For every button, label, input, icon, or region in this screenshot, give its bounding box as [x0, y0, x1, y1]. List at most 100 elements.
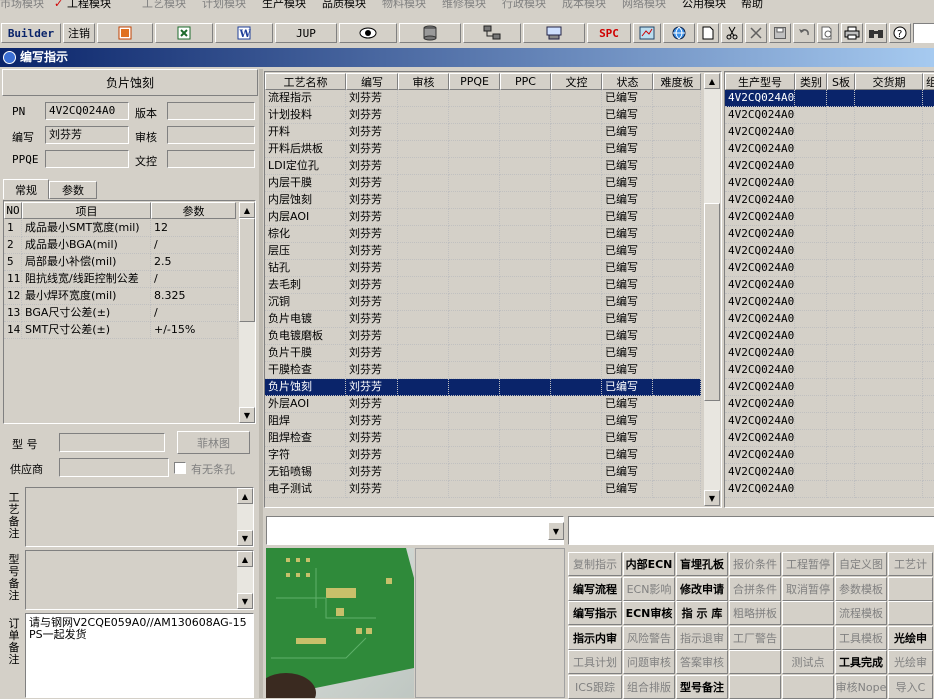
action-button[interactable]: 合拼条件 [729, 576, 781, 601]
model-row[interactable]: 4V2CQ024A0 [725, 430, 934, 447]
model-field[interactable] [59, 433, 165, 452]
process-row[interactable]: 无铅喷锡 刘芬芳 已编写 [265, 464, 701, 481]
scroll-thumb[interactable] [704, 203, 720, 401]
model-row[interactable]: 4V2CQ024A0 [725, 311, 934, 328]
action-button[interactable]: 内部ECN [623, 552, 675, 576]
model-row[interactable]: 4V2CQ024A0 [725, 141, 934, 158]
no-hole-checkbox[interactable] [174, 462, 186, 474]
excel-button[interactable] [155, 23, 213, 43]
process-row[interactable]: 开料后烘板 刘芬芳 已编写 [265, 141, 701, 158]
save-button[interactable] [769, 23, 791, 43]
action-button[interactable] [729, 650, 781, 674]
toolbar-combo[interactable] [913, 23, 934, 43]
model-row[interactable]: 4V2CQ024A0 [725, 226, 934, 243]
process-row[interactable]: 钻孔 刘芬芳 已编写 [265, 260, 701, 277]
scroll-up-icon[interactable]: ▲ [237, 488, 253, 504]
process-col-header[interactable]: 文控 [551, 73, 602, 90]
ppt-button[interactable] [97, 23, 153, 43]
menu-item-10[interactable]: 网络模块 [622, 0, 666, 11]
process-row[interactable]: 内层蚀刻 刘芬芳 已编写 [265, 192, 701, 209]
model-row[interactable]: 4V2CQ024A0 [725, 413, 934, 430]
param-row[interactable]: 5 局部最小补偿(mil) 2.5 [4, 254, 238, 271]
process-row[interactable]: 棕化 刘芬芳 已编写 [265, 226, 701, 243]
process-col-header[interactable]: 编写 [346, 73, 398, 90]
author-field[interactable]: 刘芬芳 [45, 126, 129, 144]
model-row[interactable]: 4V2CQ024A0 [725, 277, 934, 294]
param-row[interactable]: 12 最小焊环宽度(mil) 8.325 [4, 288, 238, 305]
tab-general[interactable]: 常规 [3, 179, 49, 199]
action-button[interactable]: 编写流程 [568, 576, 622, 601]
jup-button[interactable]: JUP [275, 23, 337, 43]
model-col-header[interactable]: 类别 [795, 73, 827, 90]
param-row[interactable]: 11 阻抗线宽/线距控制公差 / [4, 271, 238, 288]
model-row[interactable]: 4V2CQ024A0 [725, 481, 934, 498]
process-row[interactable]: 层压 刘芬芳 已编写 [265, 243, 701, 260]
model-note-field[interactable]: ▲ ▼ [25, 550, 254, 610]
process-row[interactable]: 负片蚀刻 刘芬芳 已编写 [265, 379, 701, 396]
eye-button[interactable] [339, 23, 397, 43]
action-button[interactable]: 复制指示 [568, 552, 622, 576]
menu-item-8[interactable]: 行政模块 [502, 0, 546, 11]
process-grid-scrollbar[interactable]: ▲ ▼ [704, 73, 720, 506]
action-button[interactable]: 工艺计 [888, 552, 933, 576]
network-button[interactable] [463, 23, 521, 43]
action-button[interactable]: 流程模板 [835, 601, 887, 625]
model-row[interactable]: 4V2CQ024A0 [725, 243, 934, 260]
process-row[interactable]: LDI定位孔 刘芬芳 已编写 [265, 158, 701, 175]
ppqe-field[interactable] [45, 150, 129, 168]
action-button[interactable]: 光绘申 [888, 625, 933, 650]
action-button[interactable] [888, 601, 933, 625]
action-button[interactable]: 工程暂停 [782, 552, 834, 576]
menu-item-2[interactable]: 工艺模块 [142, 0, 186, 11]
process-row[interactable]: 外层AOI 刘芬芳 已编写 [265, 396, 701, 413]
order-note-field[interactable]: 请与钢网V2CQE059A0//AM130608AG-15 PS一起发货 [25, 613, 254, 698]
model-col-header[interactable]: 生产型号 [725, 73, 795, 90]
doc-control-field[interactable] [167, 150, 255, 168]
menu-item-0[interactable]: 市场模块 [0, 0, 44, 11]
browser-button[interactable] [663, 23, 695, 43]
model-row[interactable]: 4V2CQ024A0 [725, 90, 934, 107]
action-button[interactable] [729, 674, 781, 699]
model-row[interactable]: 4V2CQ024A0 [725, 158, 934, 175]
process-col-header[interactable]: PPC [500, 73, 551, 90]
action-button[interactable]: 指 示 库 [676, 601, 728, 625]
model-row[interactable]: 4V2CQ024A0 [725, 447, 934, 464]
process-row[interactable]: 负片电镀 刘芬芳 已编写 [265, 311, 701, 328]
param-col-value[interactable]: 参数 [151, 202, 236, 219]
pn-field[interactable]: 4V2CQ024A0 [45, 102, 129, 120]
model-row[interactable]: 4V2CQ024A0 [725, 175, 934, 192]
process-row[interactable]: 阻焊检查 刘芬芳 已编写 [265, 430, 701, 447]
action-button[interactable]: 修改申请 [676, 576, 728, 601]
print-button[interactable] [841, 23, 863, 43]
action-button[interactable]: 参数模板 [835, 576, 887, 601]
action-button[interactable]: ICS跟踪 [568, 674, 622, 699]
param-row[interactable]: 13 BGA尺寸公差(±) / [4, 305, 238, 322]
process-row[interactable]: 阻焊 刘芬芳 已编写 [265, 413, 701, 430]
scroll-down-icon[interactable]: ▼ [704, 490, 720, 506]
menu-item-12[interactable]: 帮助 [741, 0, 763, 11]
process-row[interactable]: 负电镀磨板 刘芬芳 已编写 [265, 328, 701, 345]
menu-item-9[interactable]: 成本模块 [562, 0, 606, 11]
model-row[interactable]: 4V2CQ024A0 [725, 362, 934, 379]
action-button[interactable]: 审核Nope [835, 674, 887, 699]
scroll-down-icon[interactable]: ▼ [239, 407, 255, 423]
process-col-header[interactable]: PPQE [449, 73, 500, 90]
action-button[interactable]: 工具模板 [835, 625, 887, 650]
model-row[interactable]: 4V2CQ024A0 [725, 294, 934, 311]
action-button[interactable]: 取消暂停 [782, 576, 834, 601]
chevron-down-icon[interactable]: ▼ [548, 522, 564, 540]
chart-button[interactable] [633, 23, 661, 43]
process-col-header[interactable]: 状态 [602, 73, 653, 90]
process-row[interactable]: 负片干膜 刘芬芳 已编写 [265, 345, 701, 362]
action-button[interactable]: 盲埋孔板 [676, 552, 728, 576]
param-col-no[interactable]: NO [4, 202, 22, 219]
action-button[interactable]: 组合排版 [623, 674, 675, 699]
builder-button[interactable]: Builder [1, 23, 61, 43]
menu-item-6[interactable]: 物料模块 [382, 0, 426, 11]
action-button[interactable]: 导入C [888, 674, 933, 699]
model-row[interactable]: 4V2CQ024A0 [725, 379, 934, 396]
param-row[interactable]: 14 SMT尺寸公差(±) +/-15% [4, 322, 238, 339]
model-row[interactable]: 4V2CQ024A0 [725, 192, 934, 209]
param-row[interactable]: 1 成品最小SMT宽度(mil) 12 [4, 220, 238, 237]
forest-button[interactable]: 菲林图 [177, 431, 250, 454]
